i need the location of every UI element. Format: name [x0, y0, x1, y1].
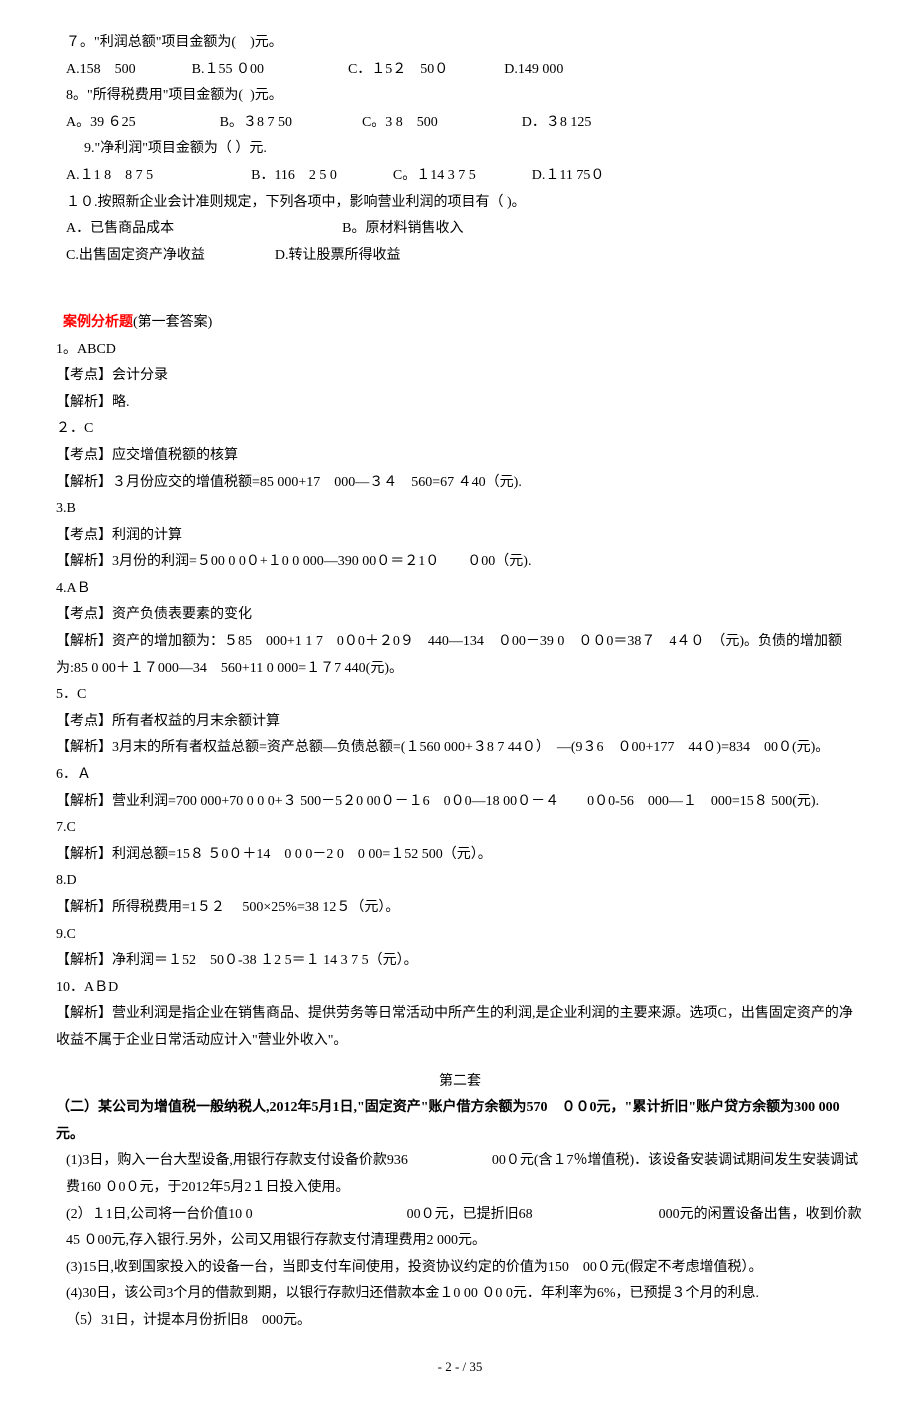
q10-options-row1: A．已售商品成本 B。原材料销售收入 [56, 216, 864, 243]
q10-text: １０.按照新企业会计准则规定，下列各项中，影响营业利润的项目有（ )。 [56, 190, 864, 217]
a7-num: 7.C [56, 815, 864, 842]
a3-point: 【考点】利润的计算 [56, 523, 864, 550]
a8-exp: 【解析】所得税费用=1５２ 500×25%=38 12５（元）。 [56, 895, 864, 922]
a7-exp: 【解析】利润总额=15８ ５0０＋14 0 0 0－2 0 0 00=１52 5… [56, 842, 864, 869]
a9-exp: 【解析】净利润＝１52 50０-38 １2 5＝１ 14 3 7 5（元）。 [56, 948, 864, 975]
q7-options: A.158 500 B.１55 ０00 C．１5２ 50０ D.149 000 [56, 57, 864, 84]
a10-exp: 【解析】营业利润是指企业在销售商品、提供劳务等日常活动中所产生的利润,是企业利润… [56, 1001, 864, 1054]
a6-exp: 【解析】营业利润=700 000+70 0 0 0+３ 500－5２0 00０－… [56, 789, 864, 816]
set2-item4: (4)30日，该公司3个月的借款到期，以银行存款归还借款本金１0 00 ０0 0… [56, 1281, 864, 1308]
q8-text: 8。"所得税费用"项目金额为( )元。 [56, 83, 864, 110]
a2-exp: 【解析】３月份应交的增值税额=85 000+17 000―３４ 560=67 ４… [56, 470, 864, 497]
answers-header: 案例分析题(第一套答案) [56, 283, 864, 336]
set2-item5: （5）31日，计提本月份折旧8 000元。 [56, 1308, 864, 1335]
set2-intro: （二）某公司为增值税一般纳税人,2012年5月1日,"固定资产"账户借方余额为5… [56, 1095, 864, 1148]
set2-item2: (2）１1日,公司将一台价值10 0 00０元，已提折旧68 000元的闲置设备… [56, 1202, 864, 1255]
a10-num: 10．AＢD [56, 975, 864, 1002]
a1-point: 【考点】会计分录 [56, 363, 864, 390]
a4-point: 【考点】资产负债表要素的变化 [56, 602, 864, 629]
a4-num: 4.AＢ [56, 576, 864, 603]
set2-item1: (1)3日，购入一台大型设备,用银行存款支付设备价款936 00０元(含１7％增… [56, 1148, 864, 1201]
a1-exp: 【解析】略. [56, 390, 864, 417]
a2-num: ２．C [56, 416, 864, 443]
q9-options: A.１1 8 8 7 5 B．116 2 5 0 C。１14 3 7 5 D.１… [56, 163, 864, 190]
set2-item3: (3)15日,收到国家投入的设备一台，当即支付车间使用，投资协议约定的价值为15… [56, 1255, 864, 1282]
answers-header-red: 案例分析题 [63, 315, 133, 330]
a5-point: 【考点】所有者权益的月末余额计算 [56, 709, 864, 736]
set2-title: 第二套 [56, 1069, 864, 1096]
q8-options: A。39 ６25 B。３8 7 50 C。3 8 500 D．３8 125 [56, 110, 864, 137]
page-footer: - 2 - / 35 [56, 1355, 864, 1380]
a5-exp: 【解析】3月末的所有者权益总额=资产总额—负债总额=(１560 000+３8 7… [56, 735, 864, 762]
a3-num: 3.B [56, 496, 864, 523]
a2-point: 【考点】应交增值税额的核算 [56, 443, 864, 470]
q9-text: 9."净利润"项目金额为（ ）元. [56, 136, 864, 163]
a6-num: 6．Ａ [56, 762, 864, 789]
a8-num: 8.D [56, 868, 864, 895]
q7-text: ７。"利润总额"项目金额为( )元。 [56, 30, 864, 57]
a4-exp: 【解析】资产的增加额为：５85 000+1 1 7 0０0＋２0９ 440—13… [56, 629, 864, 682]
answers-header-suffix: (第一套答案) [133, 315, 212, 330]
a1-num: 1。ABCD [56, 337, 864, 364]
a9-num: 9.C [56, 922, 864, 949]
q10-options-row2: C.出售固定资产净收益 D.转让股票所得收益 [56, 243, 864, 270]
a3-exp: 【解析】3月份的利润=５00 0 0０+１0 0 000—390 00０＝２1０… [56, 549, 864, 576]
a5-num: 5．C [56, 682, 864, 709]
